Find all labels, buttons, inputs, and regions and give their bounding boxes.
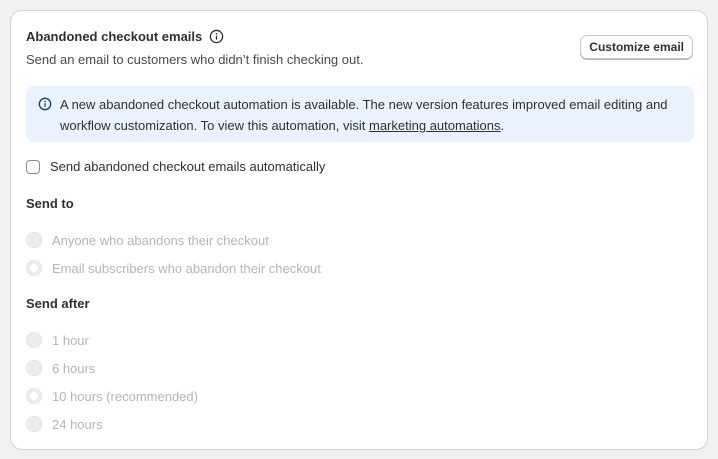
info-icon — [37, 96, 53, 112]
send-after-option[interactable]: 24 hours — [26, 416, 103, 432]
banner-text: A new abandoned checkout automation is a… — [60, 97, 668, 133]
send-after-option[interactable]: 10 hours (recommended) — [26, 388, 198, 404]
radio-button[interactable] — [26, 260, 42, 276]
info-icon[interactable] — [208, 28, 224, 44]
radio-button[interactable] — [26, 232, 42, 248]
info-banner: A new abandoned checkout automation is a… — [26, 86, 694, 142]
abandoned-checkout-card: Abandoned checkout emails Send an email … — [10, 10, 708, 450]
banner-text-end: . — [500, 118, 505, 133]
send-to-option[interactable]: Anyone who abandons their checkout — [26, 232, 269, 248]
radio-button[interactable] — [26, 388, 42, 404]
marketing-automations-link[interactable]: marketing automations — [369, 118, 501, 133]
radio-label: 1 hour — [52, 332, 89, 348]
radio-button[interactable] — [26, 416, 42, 432]
card-header: Abandoned checkout emails — [26, 28, 224, 44]
auto-send-checkbox[interactable] — [26, 159, 40, 174]
radio-label: Anyone who abandons their checkout — [52, 232, 269, 248]
send-after-option[interactable]: 1 hour — [26, 332, 89, 348]
auto-send-row[interactable]: Send abandoned checkout emails automatic… — [26, 159, 325, 174]
radio-button[interactable] — [26, 332, 42, 348]
radio-label: 24 hours — [52, 416, 103, 432]
send-to-option[interactable]: Email subscribers who abandon their chec… — [26, 260, 321, 276]
send-after-option[interactable]: 6 hours — [26, 360, 95, 376]
send-to-label: Send to — [26, 196, 74, 211]
customize-email-button[interactable]: Customize email — [580, 35, 693, 59]
radio-label: Email subscribers who abandon their chec… — [52, 260, 321, 276]
card-title: Abandoned checkout emails — [26, 28, 203, 44]
radio-label: 6 hours — [52, 360, 96, 376]
send-after-label: Send after — [26, 296, 90, 311]
card-subtitle: Send an email to customers who didn’t fi… — [26, 52, 364, 67]
radio-label: 10 hours (recommended) — [52, 388, 198, 404]
auto-send-label: Send abandoned checkout emails automatic… — [50, 159, 326, 174]
radio-button[interactable] — [26, 360, 42, 376]
